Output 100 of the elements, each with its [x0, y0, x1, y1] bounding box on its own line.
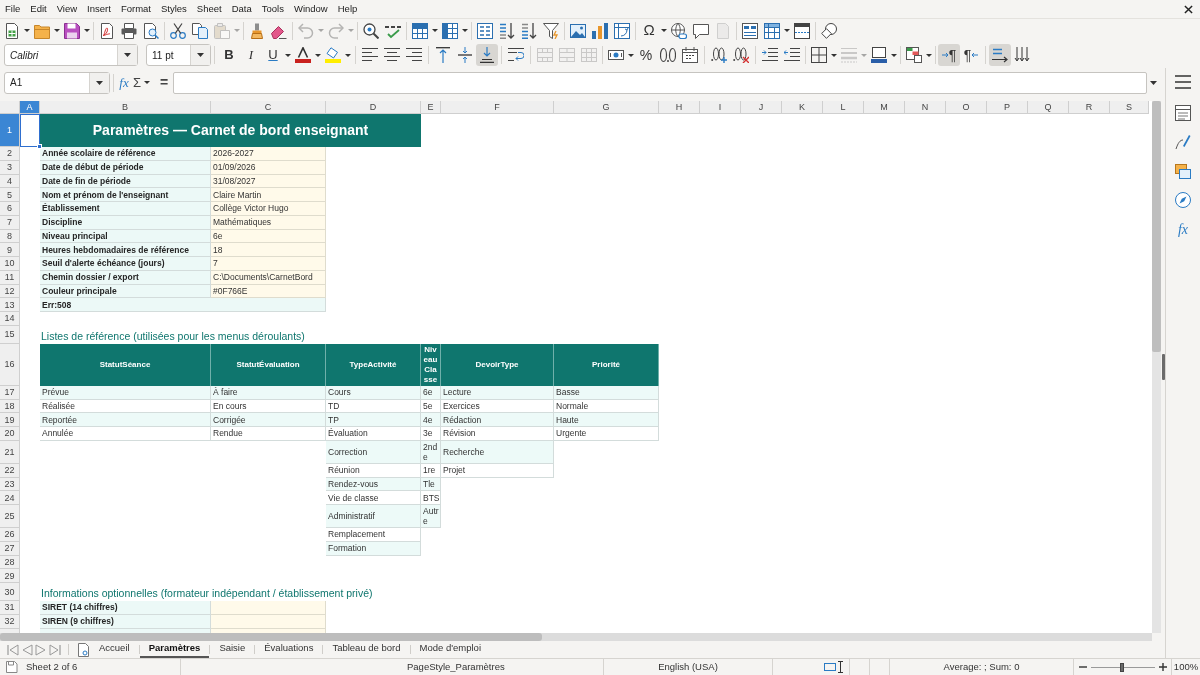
- cell-cursor[interactable]: [20, 114, 40, 147]
- sidebar-handle[interactable]: [1161, 354, 1165, 380]
- pivot-table-icon: [614, 22, 630, 39]
- fill-handle[interactable]: [37, 144, 42, 149]
- sheet-tab[interactable]: Mode d'emploi: [410, 641, 491, 658]
- sheet-tab[interactable]: Paramètres: [139, 641, 210, 658]
- align-bottom-button[interactable]: [476, 44, 498, 66]
- column-header[interactable]: C: [211, 101, 326, 114]
- menu-item[interactable]: Edit: [25, 0, 52, 18]
- dropdown-button[interactable]: [117, 45, 137, 65]
- error-cell: Err:508: [40, 298, 326, 312]
- column-header[interactable]: Q: [1028, 101, 1069, 114]
- column-header[interactable]: E: [421, 101, 441, 114]
- column-header[interactable]: L: [823, 101, 864, 114]
- column-header[interactable]: H: [659, 101, 700, 114]
- font-color-button[interactable]: [292, 44, 314, 66]
- underline-button[interactable]: U: [262, 44, 284, 66]
- row-header[interactable]: 31: [0, 601, 20, 615]
- sum-button[interactable]: Σ: [131, 71, 143, 94]
- menu-item[interactable]: Data: [226, 0, 257, 18]
- dropdown-button[interactable]: [89, 72, 109, 93]
- row-header[interactable]: 21: [0, 440, 20, 464]
- name-box-combobox[interactable]: A1: [4, 71, 110, 94]
- formula-button[interactable]: =: [157, 71, 171, 94]
- menu-item[interactable]: View: [51, 0, 83, 18]
- zoom-in-button[interactable]: [1159, 663, 1167, 671]
- row-header[interactable]: 30: [0, 583, 20, 601]
- column-header[interactable]: F: [441, 101, 554, 114]
- column-header[interactable]: A: [20, 101, 40, 114]
- column-header[interactable]: O: [946, 101, 987, 114]
- font-size-combobox[interactable]: 11 pt: [146, 44, 211, 66]
- row-header[interactable]: 9: [0, 243, 20, 257]
- column-header[interactable]: J: [741, 101, 782, 114]
- column-header[interactable]: G: [554, 101, 659, 114]
- column-header[interactable]: I: [700, 101, 741, 114]
- navigator-button[interactable]: [1172, 189, 1194, 211]
- add-sheet-button[interactable]: [76, 641, 90, 658]
- conditional-format-icon: [906, 47, 922, 63]
- menu-item[interactable]: Insert: [82, 0, 116, 18]
- vertical-scrollbar[interactable]: [1152, 101, 1161, 633]
- menu-item[interactable]: Help: [332, 0, 363, 18]
- row-header[interactable]: 14: [0, 312, 20, 326]
- column-header[interactable]: M: [864, 101, 905, 114]
- list-cell: 2nde: [421, 440, 441, 464]
- row-header[interactable]: 29: [0, 569, 20, 583]
- row-header[interactable]: 26: [0, 528, 20, 542]
- properties-button[interactable]: [1172, 102, 1194, 124]
- menu-item[interactable]: Sheet: [191, 0, 227, 18]
- functions-button[interactable]: fx: [1172, 218, 1194, 240]
- bold-button[interactable]: B: [218, 44, 240, 66]
- column-header[interactable]: K: [782, 101, 823, 114]
- italic-button[interactable]: I: [240, 44, 262, 66]
- row-header[interactable]: 24: [0, 491, 20, 505]
- text-left-to-right-button[interactable]: [989, 44, 1011, 66]
- row-header[interactable]: 2: [0, 147, 20, 161]
- column-header[interactable]: D: [326, 101, 421, 114]
- row-header[interactable]: 5: [0, 188, 20, 202]
- menu-item[interactable]: File: [0, 0, 26, 18]
- menu-item[interactable]: Styles: [155, 0, 192, 18]
- menu-item[interactable]: Tools: [256, 0, 289, 18]
- scrollbar-thumb[interactable]: [1152, 101, 1161, 352]
- slider-thumb[interactable]: [1119, 662, 1124, 672]
- row-header[interactable]: 10: [0, 257, 20, 271]
- font-name-combobox[interactable]: Calibri: [4, 44, 138, 66]
- formula-input-field[interactable]: [173, 71, 1147, 94]
- special-character-button[interactable]: Ω: [638, 19, 660, 42]
- row-header[interactable]: 20: [0, 427, 20, 441]
- column-header[interactable]: N: [905, 101, 946, 114]
- function-wizard-button[interactable]: fx: [117, 71, 131, 94]
- sheet-tab[interactable]: Accueil: [90, 641, 139, 658]
- conditional-format-button[interactable]: [903, 44, 925, 66]
- sheet-tab[interactable]: Tableau de bord: [323, 641, 410, 658]
- borders-button[interactable]: [808, 44, 830, 66]
- column-header[interactable]: R: [1069, 101, 1110, 114]
- zoom-out-button[interactable]: [1079, 663, 1087, 671]
- highlighter-icon: [325, 47, 341, 63]
- column-header[interactable]: B: [40, 101, 211, 114]
- column-header[interactable]: S: [1110, 101, 1149, 114]
- row-header[interactable]: 13: [0, 298, 20, 312]
- menu-item[interactable]: Window: [288, 0, 333, 18]
- zoom-slider[interactable]: [1091, 662, 1155, 672]
- scrollbar-thumb[interactable]: [0, 633, 542, 641]
- sheet-tab[interactable]: Saisie: [210, 641, 255, 658]
- date-format-button[interactable]: [679, 44, 701, 66]
- delete-decimal-button[interactable]: [730, 44, 752, 66]
- dropdown-button[interactable]: [190, 45, 210, 65]
- row-header[interactable]: 19: [0, 413, 20, 427]
- menu-item[interactable]: Format: [115, 0, 156, 18]
- sheet-tab[interactable]: Évaluations: [255, 641, 323, 658]
- border-color-button[interactable]: [868, 44, 890, 66]
- horizontal-scrollbar[interactable]: [0, 633, 1152, 641]
- right-to-left-button[interactable]: ¶: [960, 44, 982, 66]
- row-header[interactable]: 1: [0, 114, 20, 147]
- left-to-right-button[interactable]: ¶: [938, 44, 960, 66]
- row-header[interactable]: 25: [0, 505, 20, 528]
- percent-button[interactable]: %: [635, 44, 657, 66]
- add-decimal-button[interactable]: [708, 44, 730, 66]
- column-header[interactable]: P: [987, 101, 1028, 114]
- row-header[interactable]: 16: [0, 343, 20, 386]
- row-header[interactable]: 6: [0, 202, 20, 216]
